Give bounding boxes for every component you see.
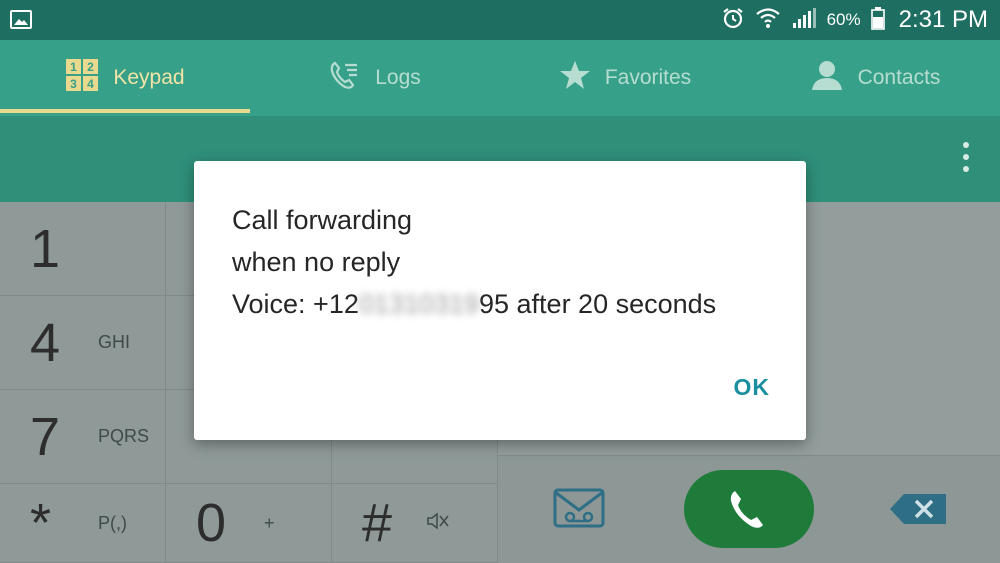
tab-favorites[interactable]: Favorites [500, 40, 750, 116]
key-4[interactable]: 4 GHI [0, 296, 166, 390]
tab-bar: 1 2 3 4 Keypad Logs Favorites Contacts [0, 40, 1000, 116]
mute-tone-icon [426, 511, 450, 536]
tab-logs[interactable]: Logs [250, 40, 500, 116]
tab-keypad[interactable]: 1 2 3 4 Keypad [0, 40, 250, 116]
svg-text:2: 2 [88, 60, 95, 74]
dialer-actions [498, 455, 1000, 563]
key-digit: # [362, 493, 393, 553]
star-icon [559, 59, 591, 97]
status-icons: 60% 2:31 PM [721, 0, 988, 40]
dialog-title-line1: Call forwarding [232, 205, 413, 235]
gallery-icon [10, 10, 32, 29]
detail-suffix: 95 after 20 seconds [479, 289, 717, 319]
key-digit: 4 [30, 312, 61, 373]
battery-percent: 60% [826, 10, 861, 29]
voicemail-icon[interactable] [553, 488, 605, 533]
contact-icon [810, 59, 844, 97]
logs-icon [329, 59, 361, 97]
clock: 2:31 PM [898, 6, 988, 33]
ok-button[interactable]: OK [734, 374, 771, 401]
key-hash[interactable]: # [332, 484, 498, 563]
svg-text:1: 1 [71, 60, 78, 74]
key-digit: 1 [30, 218, 61, 279]
svg-text:4: 4 [88, 77, 95, 91]
active-tab-indicator [0, 109, 250, 113]
tab-contacts[interactable]: Contacts [750, 40, 1000, 116]
backspace-icon[interactable] [888, 492, 948, 531]
redacted-number: 01310319 [358, 289, 479, 319]
key-0[interactable]: 0 + [166, 484, 332, 563]
tab-label: Favorites [604, 66, 692, 89]
wifi-icon [755, 6, 781, 35]
key-7[interactable]: 7 PQRS [0, 390, 166, 484]
call-button[interactable] [684, 470, 814, 548]
tab-label: Contacts [857, 66, 941, 89]
svg-text:3: 3 [71, 77, 78, 91]
battery-icon [870, 6, 885, 35]
key-digit: 7 [30, 406, 61, 467]
key-letters: P(,) [98, 512, 127, 533]
key-star[interactable]: * P(,) [0, 484, 166, 563]
signal-icon [791, 7, 817, 34]
key-letters: + [264, 512, 275, 533]
more-options-icon[interactable] [962, 142, 970, 176]
key-digit: 0 [196, 493, 227, 553]
status-bar: 60% 2:31 PM [0, 0, 1000, 40]
keypad-icon: 1 2 3 4 [65, 58, 99, 98]
phone-icon [730, 491, 763, 528]
dialog-forwarding-detail: Voice: +120131031995 after 20 seconds [232, 289, 716, 320]
tab-label: Keypad [113, 66, 185, 89]
detail-prefix: Voice: +12 [232, 289, 359, 319]
key-letters: PQRS [98, 426, 150, 446]
key-1[interactable]: 1 [0, 202, 166, 296]
alarm-icon [721, 6, 745, 35]
key-letters: GHI [98, 332, 131, 352]
key-digit: * [30, 493, 52, 553]
call-forwarding-dialog: Call forwarding when no reply Voice: +12… [194, 161, 806, 440]
dialog-title-line2: when no reply [232, 247, 401, 277]
tab-label: Logs [375, 66, 421, 89]
